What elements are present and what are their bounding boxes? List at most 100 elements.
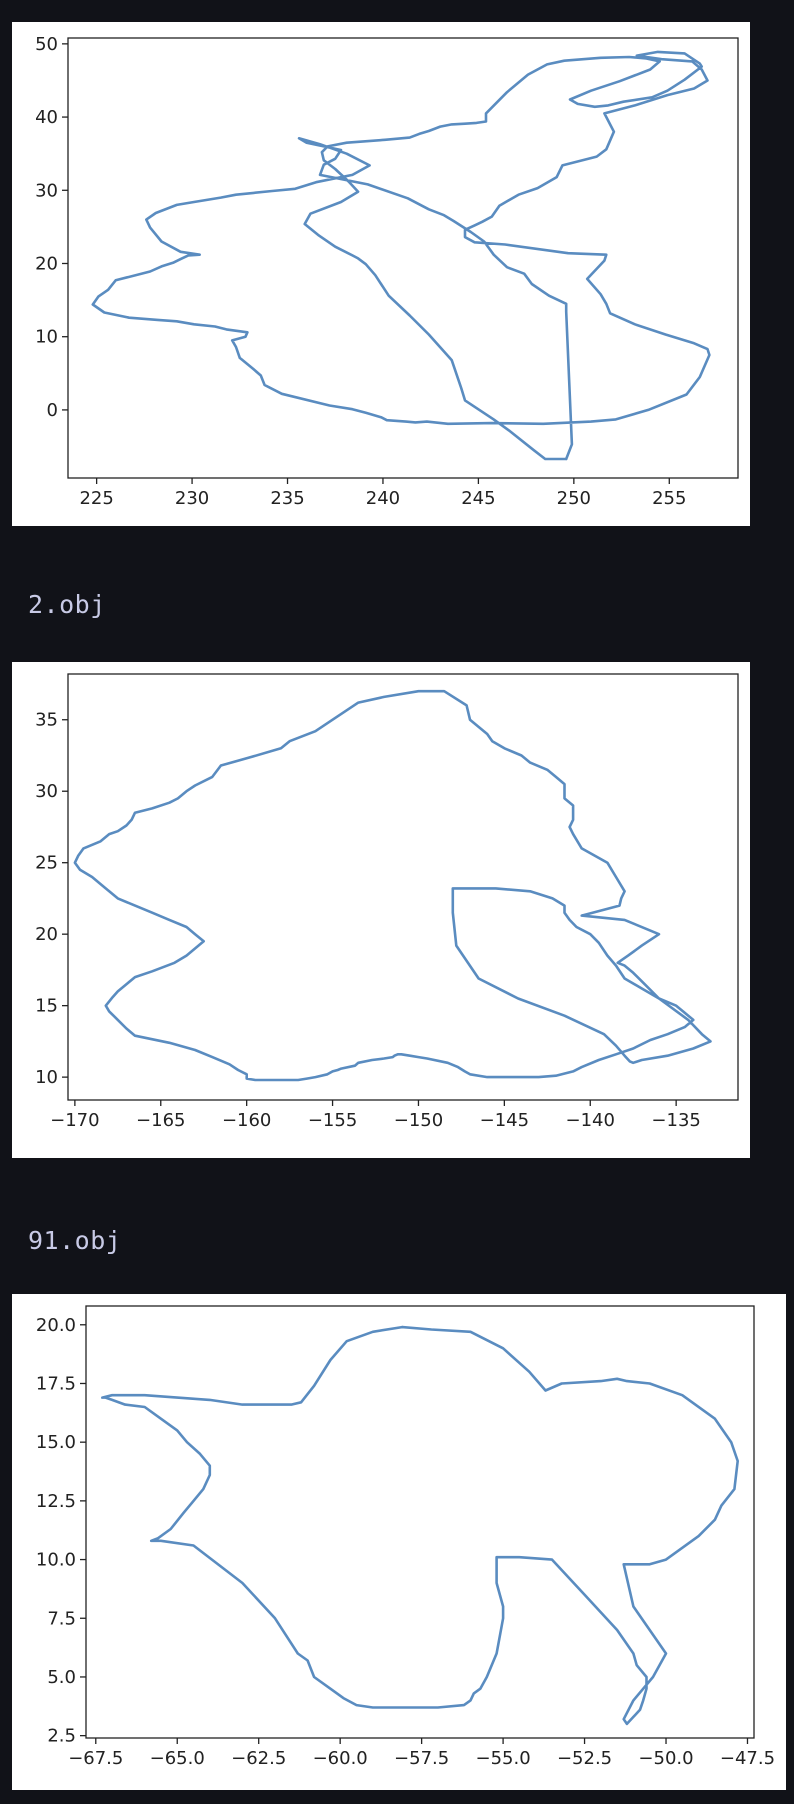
data-point — [124, 1404, 126, 1406]
data-point — [92, 303, 94, 306]
data-point — [428, 333, 430, 336]
data-point — [380, 416, 382, 418]
data-point — [127, 1394, 129, 1396]
data-point — [632, 1652, 635, 1655]
data-point — [365, 412, 367, 414]
x-tick-label: 235 — [270, 488, 304, 509]
x-tick-label: −47.5 — [720, 1748, 775, 1769]
data-point — [149, 227, 151, 229]
data-point — [79, 869, 81, 871]
data-point — [306, 1078, 308, 1080]
plot-2-card: −170 −165 −160 −155 −150 −145 −140 −135 10 15 20 25… — [12, 662, 750, 1158]
y-tick-label: 15.0 — [36, 1432, 76, 1453]
x-tick-label: −67.5 — [68, 1748, 123, 1769]
data-point — [457, 1066, 459, 1068]
data-point — [180, 251, 182, 253]
data-point — [565, 303, 567, 305]
data-point — [603, 1033, 605, 1035]
data-point — [340, 201, 342, 203]
data-point — [483, 240, 485, 243]
data-point — [332, 719, 334, 721]
x-tick-label: 245 — [461, 488, 495, 509]
data-point — [565, 311, 567, 313]
data-point — [548, 295, 550, 297]
data-point — [645, 1676, 648, 1678]
data-point — [194, 933, 196, 935]
data-point — [134, 812, 136, 814]
data-point — [551, 1559, 553, 1561]
data-point — [160, 1418, 162, 1420]
y-tick-label: 12.5 — [36, 1491, 76, 1512]
data-point — [172, 262, 174, 264]
y-tick-label: 20.0 — [36, 1315, 76, 1336]
y-tick-label: 20 — [35, 253, 58, 274]
x-tick-label: −52.5 — [557, 1748, 612, 1769]
data-point — [400, 1053, 402, 1055]
data-point — [544, 458, 546, 460]
data-point — [151, 807, 153, 809]
data-point — [569, 98, 571, 101]
data-point — [100, 883, 102, 885]
data-point — [439, 126, 441, 128]
data-point — [334, 158, 336, 160]
data-point — [176, 1397, 178, 1399]
data-point — [414, 421, 416, 423]
data-point — [529, 762, 531, 764]
x-tick-label: −135 — [651, 1110, 700, 1131]
data-point — [665, 1652, 667, 1655]
data-point — [503, 1076, 505, 1078]
data-point — [258, 1404, 260, 1406]
data-point — [641, 1059, 643, 1061]
data-point — [537, 187, 539, 189]
y-tick-label: 17.5 — [36, 1373, 76, 1394]
data-point — [649, 1382, 651, 1385]
data-point — [451, 123, 453, 125]
x-tick-label: −160 — [222, 1110, 271, 1131]
data-point — [332, 1070, 334, 1072]
outline-series-line — [73, 689, 712, 1082]
data-point — [144, 1394, 146, 1396]
data-point — [176, 1429, 178, 1431]
data-point — [517, 194, 520, 196]
data-point — [151, 970, 153, 972]
data-point — [447, 423, 449, 425]
data-point — [357, 702, 359, 704]
data-point — [342, 1697, 344, 1699]
data-point — [290, 1404, 292, 1406]
data-point — [202, 1488, 204, 1490]
data-point — [297, 1652, 299, 1655]
data-point — [209, 1474, 211, 1476]
data-point — [77, 855, 79, 857]
data-point — [504, 243, 506, 246]
data-point — [464, 1070, 466, 1072]
data-point — [603, 260, 606, 262]
x-tick-label: 255 — [652, 488, 686, 509]
data-point — [478, 977, 480, 980]
data-point — [632, 1047, 634, 1050]
data-point — [600, 293, 602, 295]
data-point — [315, 181, 317, 183]
data-point — [533, 449, 535, 451]
data-point — [74, 862, 76, 864]
plot-2: −170 −165 −160 −155 −150 −145 −140 −135 10 15 20 25… — [35, 673, 739, 1131]
data-point — [624, 1055, 626, 1057]
data-point — [357, 257, 359, 259]
plot-3: −67.5 −65.0 −62.5 −60.0 −57.5 −55.0 −52.5 −50.0… — [36, 1305, 775, 1769]
data-point — [239, 357, 241, 359]
data-point — [160, 265, 163, 267]
data-point — [323, 164, 325, 166]
data-point — [520, 1076, 523, 1078]
data-point — [508, 429, 510, 431]
data-point — [606, 955, 609, 957]
data-point — [186, 1441, 188, 1443]
data-point — [365, 263, 367, 265]
data-point — [327, 145, 329, 147]
data-point — [170, 1528, 172, 1530]
data-point — [586, 278, 588, 280]
data-point — [401, 1326, 403, 1328]
data-point — [194, 784, 196, 787]
data-point — [160, 1540, 162, 1542]
y-tick-label: 15 — [35, 996, 58, 1017]
data-point — [589, 933, 591, 935]
plot-frame — [67, 673, 739, 1101]
